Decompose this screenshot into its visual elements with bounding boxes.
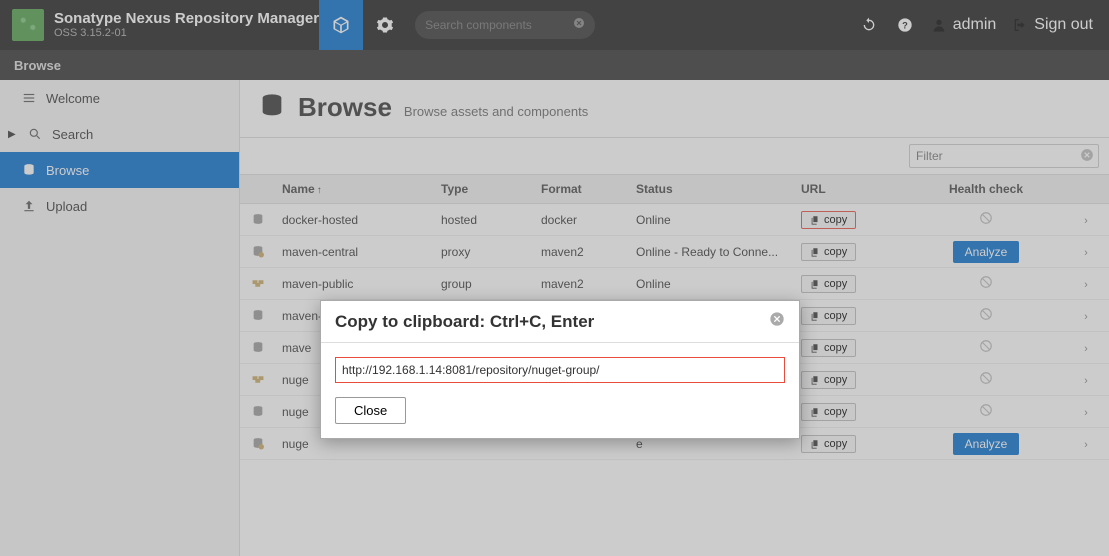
dialog-title: Copy to clipboard: Ctrl+C, Enter: [335, 312, 594, 332]
copy-url-dialog: Copy to clipboard: Ctrl+C, Enter Close: [320, 300, 800, 439]
dialog-close-button[interactable]: Close: [335, 397, 406, 424]
dialog-url-input[interactable]: [335, 357, 785, 383]
dialog-close-icon[interactable]: [769, 311, 785, 332]
modal-overlay: [0, 0, 1109, 556]
